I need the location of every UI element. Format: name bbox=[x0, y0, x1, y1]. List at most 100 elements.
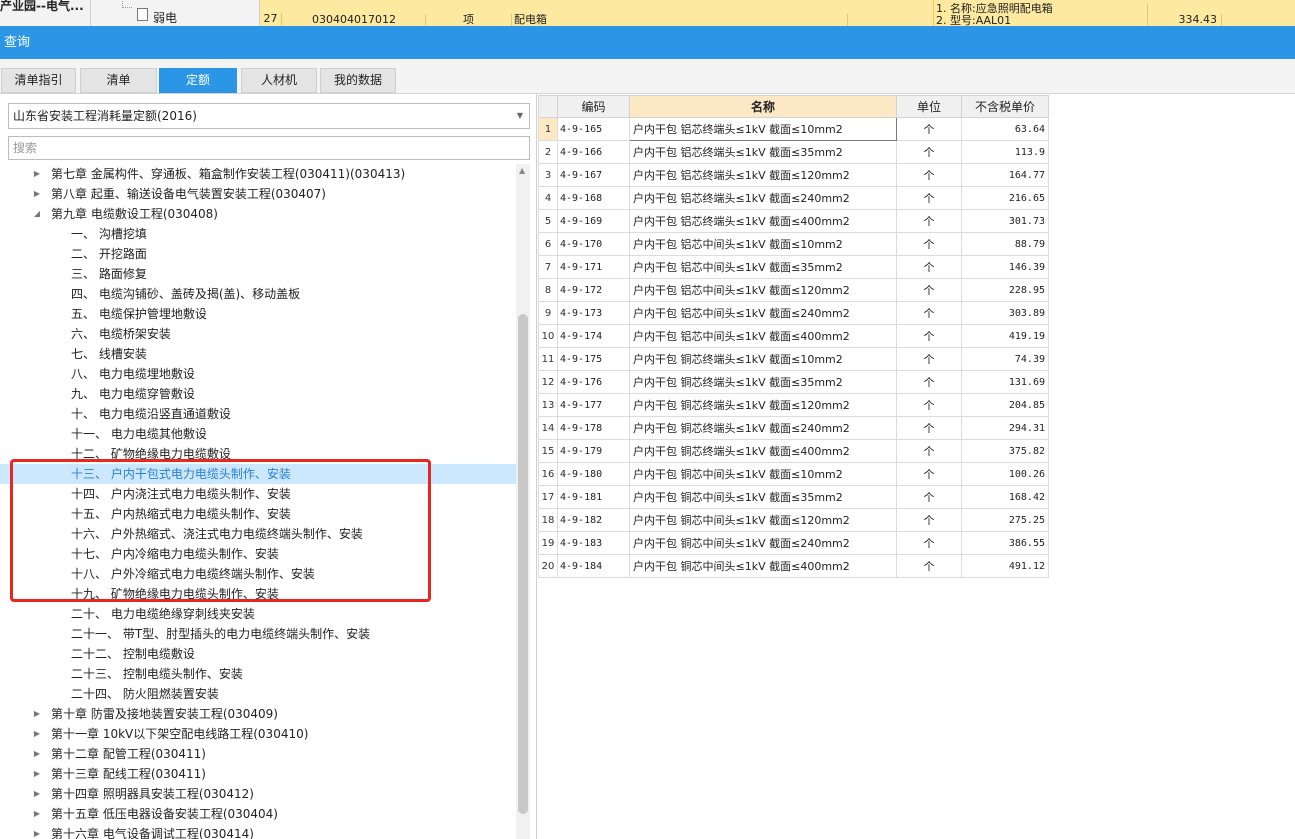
cell-code[interactable]: 4-9-178 bbox=[557, 416, 630, 440]
table-row[interactable]: 16 4-9-180 户内干包 铜芯中间头≤1kV 截面≤10mm2 个 100.26 bbox=[538, 462, 1049, 486]
cell-unit[interactable]: 个 bbox=[896, 370, 962, 394]
tree-section[interactable]: 九、 电力电缆穿管敷设 bbox=[0, 384, 516, 404]
cell-unit[interactable]: 个 bbox=[896, 462, 962, 486]
cell-unit[interactable]: 个 bbox=[896, 140, 962, 164]
row-number[interactable]: 17 bbox=[538, 485, 558, 509]
caret-right-icon[interactable]: ▶ bbox=[31, 704, 43, 724]
cell-price[interactable]: 63.64 bbox=[961, 117, 1049, 141]
cell-unit[interactable]: 个 bbox=[896, 485, 962, 509]
chevron-down-icon[interactable]: ▼ bbox=[517, 104, 523, 128]
cell-code[interactable]: 4-9-171 bbox=[557, 255, 630, 279]
tab-bill-guide[interactable]: 清单指引 bbox=[1, 68, 76, 93]
tab-my-data[interactable]: 我的数据 bbox=[320, 68, 396, 93]
cell-name[interactable]: 户内干包 铝芯中间头≤1kV 截面≤35mm2 bbox=[629, 255, 897, 279]
cell-code[interactable]: 4-9-167 bbox=[557, 163, 630, 187]
cell-name[interactable]: 户内干包 铜芯终端头≤1kV 截面≤35mm2 bbox=[629, 370, 897, 394]
cell-price[interactable]: 131.69 bbox=[961, 370, 1049, 394]
table-row[interactable]: 9 4-9-173 户内干包 铝芯中间头≤1kV 截面≤240mm2 个 303.89 bbox=[538, 301, 1049, 325]
cell-name[interactable]: 户内干包 铝芯中间头≤1kV 截面≤10mm2 bbox=[629, 232, 897, 256]
cell-name[interactable]: 户内干包 铝芯终端头≤1kV 截面≤240mm2 bbox=[629, 186, 897, 210]
cell-price[interactable]: 294.31 bbox=[961, 416, 1049, 440]
tree-section[interactable]: 二十一、 带T型、肘型插头的电力电缆终端头制作、安装 bbox=[0, 624, 516, 644]
tree-section[interactable]: 二十四、 防火阻燃装置安装 bbox=[0, 684, 516, 704]
tree-section[interactable]: 十六、 户外热缩式、浇注式电力电缆终端头制作、安装 bbox=[0, 524, 516, 544]
cell-code[interactable]: 4-9-184 bbox=[557, 554, 630, 578]
table-row[interactable]: 13 4-9-177 户内干包 铜芯终端头≤1kV 截面≤120mm2 个 204.85 bbox=[538, 393, 1049, 417]
cell-unit[interactable]: 个 bbox=[896, 301, 962, 325]
cell-price[interactable]: 228.95 bbox=[961, 278, 1049, 302]
row-number[interactable]: 9 bbox=[538, 301, 558, 325]
tab-labor-material-machine[interactable]: 人材机 bbox=[241, 68, 317, 93]
cell-price[interactable]: 491.12 bbox=[961, 554, 1049, 578]
tree-section[interactable]: 十八、 户外冷缩式电力电缆终端头制作、安装 bbox=[0, 564, 516, 584]
cell-unit[interactable]: 个 bbox=[896, 439, 962, 463]
tree-section[interactable]: 六、 电缆桥架安装 bbox=[0, 324, 516, 344]
cell-unit[interactable]: 个 bbox=[896, 531, 962, 555]
cell-unit[interactable]: 个 bbox=[896, 508, 962, 532]
cell-code[interactable]: 4-9-181 bbox=[557, 485, 630, 509]
cell-code[interactable]: 4-9-170 bbox=[557, 232, 630, 256]
caret-right-icon[interactable]: ▶ bbox=[31, 784, 43, 804]
cell-name[interactable]: 户内干包 铝芯终端头≤1kV 截面≤400mm2 bbox=[629, 209, 897, 233]
tree-section[interactable]: 十四、 户内浇注式电力电缆头制作、安装 bbox=[0, 484, 516, 504]
tree-section[interactable]: 十一、 电力电缆其他敷设 bbox=[0, 424, 516, 444]
caret-right-icon[interactable]: ▶ bbox=[31, 804, 43, 824]
tree-section[interactable]: 七、 线槽安装 bbox=[0, 344, 516, 364]
caret-right-icon[interactable]: ▶ bbox=[31, 724, 43, 744]
row-number[interactable]: 18 bbox=[538, 508, 558, 532]
tree-section[interactable]: 十七、 户内冷缩电力电缆头制作、安装 bbox=[0, 544, 516, 564]
caret-right-icon[interactable]: ▶ bbox=[31, 824, 43, 839]
row-number[interactable]: 20 bbox=[538, 554, 558, 578]
cell-code[interactable]: 4-9-180 bbox=[557, 462, 630, 486]
cell-name[interactable]: 户内干包 铜芯终端头≤1kV 截面≤400mm2 bbox=[629, 439, 897, 463]
cell-code[interactable]: 4-9-183 bbox=[557, 531, 630, 555]
row-number[interactable]: 16 bbox=[538, 462, 558, 486]
table-row[interactable]: 17 4-9-181 户内干包 铜芯中间头≤1kV 截面≤35mm2 个 168.42 bbox=[538, 485, 1049, 509]
tree-chapter[interactable]: ▶ 第十四章 照明器具安装工程(030412) bbox=[0, 784, 516, 804]
cell-price[interactable]: 301.73 bbox=[961, 209, 1049, 233]
tree-chapter[interactable]: ▶ 第十二章 配管工程(030411) bbox=[0, 744, 516, 764]
cell-code[interactable]: 4-9-175 bbox=[557, 347, 630, 371]
cell-price[interactable]: 303.89 bbox=[961, 301, 1049, 325]
tree-section[interactable]: 八、 电力电缆埋地敷设 bbox=[0, 364, 516, 384]
cell-price[interactable]: 88.79 bbox=[961, 232, 1049, 256]
cell-unit[interactable]: 个 bbox=[896, 209, 962, 233]
cell-code[interactable]: 4-9-179 bbox=[557, 439, 630, 463]
tab-quota[interactable]: 定额 bbox=[159, 68, 237, 93]
table-row[interactable]: 6 4-9-170 户内干包 铝芯中间头≤1kV 截面≤10mm2 个 88.79 bbox=[538, 232, 1049, 256]
cell-code[interactable]: 4-9-173 bbox=[557, 301, 630, 325]
row-number[interactable]: 5 bbox=[538, 209, 558, 233]
row-number[interactable]: 6 bbox=[538, 232, 558, 256]
tree-chapter[interactable]: ▶ 第七章 金属构件、穿通板、箱盒制作安装工程(030411)(030413) bbox=[0, 164, 516, 184]
cell-unit[interactable]: 个 bbox=[896, 554, 962, 578]
tree-chapter[interactable]: ◢ 第九章 电缆敷设工程(030408) bbox=[0, 204, 516, 224]
row-number[interactable]: 14 bbox=[538, 416, 558, 440]
cell-name[interactable]: 户内干包 铜芯终端头≤1kV 截面≤10mm2 bbox=[629, 347, 897, 371]
tree-section[interactable]: 十、 电力电缆沿竖直通道敷设 bbox=[0, 404, 516, 424]
header-price[interactable]: 不含税单价 bbox=[961, 95, 1049, 118]
row-number[interactable]: 3 bbox=[538, 163, 558, 187]
tree-chapter[interactable]: ▶ 第十一章 10kV以下架空配电线路工程(030410) bbox=[0, 724, 516, 744]
cell-name[interactable]: 户内干包 铜芯终端头≤1kV 截面≤240mm2 bbox=[629, 416, 897, 440]
tree-section[interactable]: 二十二、 控制电缆敷设 bbox=[0, 644, 516, 664]
caret-right-icon[interactable]: ▶ bbox=[31, 164, 43, 184]
tree-chapter[interactable]: ▶ 第十六章 电气设备调试工程(030414) bbox=[0, 824, 516, 839]
tree-chapter[interactable]: ▶ 第十章 防雷及接地装置安装工程(030409) bbox=[0, 704, 516, 724]
cell-name[interactable]: 户内干包 铝芯中间头≤1kV 截面≤240mm2 bbox=[629, 301, 897, 325]
cell-code[interactable]: 4-9-166 bbox=[557, 140, 630, 164]
tree-section[interactable]: 二十三、 控制电缆头制作、安装 bbox=[0, 664, 516, 684]
table-row[interactable]: 18 4-9-182 户内干包 铜芯中间头≤1kV 截面≤120mm2 个 275.25 bbox=[538, 508, 1049, 532]
quota-library-select[interactable]: 山东省安装工程消耗量定额(2016) ▼ bbox=[8, 103, 530, 129]
tree-section[interactable]: 四、 电缆沟铺砂、盖砖及揭(盖)、移动盖板 bbox=[0, 284, 516, 304]
row-number[interactable]: 1 bbox=[538, 117, 558, 141]
cell-code[interactable]: 4-9-168 bbox=[557, 186, 630, 210]
cell-code[interactable]: 4-9-176 bbox=[557, 370, 630, 394]
cell-name[interactable]: 户内干包 铝芯终端头≤1kV 截面≤120mm2 bbox=[629, 163, 897, 187]
tree-section[interactable]: 十三、 户内干包式电力电缆头制作、安装 bbox=[0, 464, 516, 484]
tree-scrollbar[interactable]: ▲ bbox=[516, 164, 530, 839]
caret-right-icon[interactable]: ▶ bbox=[31, 184, 43, 204]
tree-section[interactable]: 十二、 矿物绝缘电力电缆敷设 bbox=[0, 444, 516, 464]
table-row[interactable]: 12 4-9-176 户内干包 铜芯终端头≤1kV 截面≤35mm2 个 131.69 bbox=[538, 370, 1049, 394]
cell-name[interactable]: 户内干包 铝芯中间头≤1kV 截面≤120mm2 bbox=[629, 278, 897, 302]
tree-section[interactable]: 十五、 户内热缩式电力电缆头制作、安装 bbox=[0, 504, 516, 524]
